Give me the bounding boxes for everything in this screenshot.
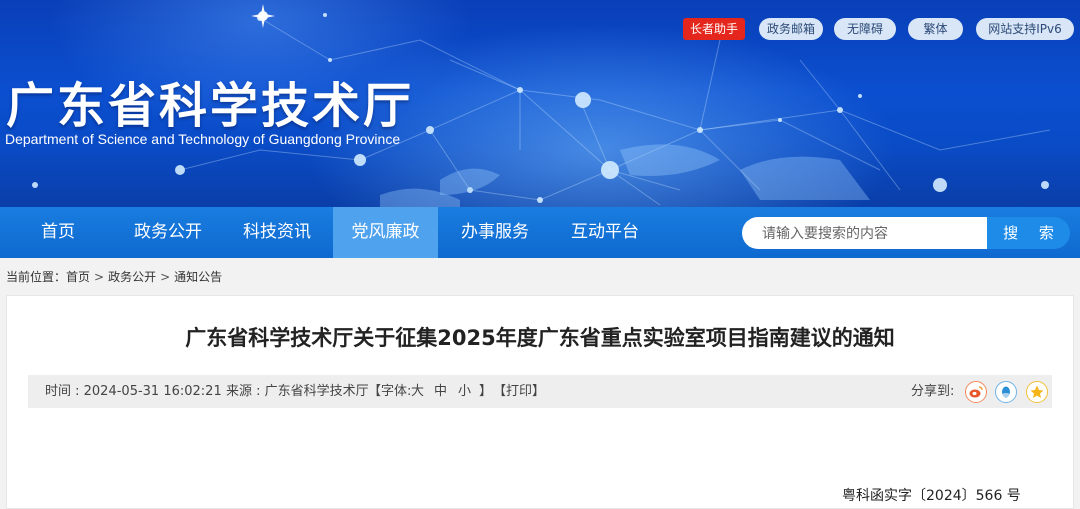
nav-item-sci-news[interactable]: 科技资讯 (231, 207, 323, 258)
breadcrumb-separator: > (160, 270, 171, 284)
document-number: 粤科函实字〔2024〕566 号 (842, 488, 1021, 504)
article-meta-bar: 时间 : 2024-05-31 16:02:21 来源 : 广东省科学技术厅 【… (28, 375, 1052, 408)
breadcrumb-notices[interactable]: 通知公告 (174, 270, 222, 284)
ipv6-support-badge[interactable]: 网站支持IPv6 (976, 18, 1074, 40)
nav-item-interaction[interactable]: 互动平台 (559, 207, 651, 258)
font-size-label: 【字体: (368, 384, 412, 399)
nav-item-party-integrity[interactable]: 党风廉政 (333, 207, 438, 258)
font-size-close: 】 (479, 384, 493, 399)
print-link[interactable]: 【打印】 (493, 375, 545, 408)
search-box (742, 217, 988, 251)
site-subtitle: Department of Science and Technology of … (5, 131, 401, 147)
font-size-small[interactable]: 小 (458, 375, 471, 408)
font-size-large[interactable]: 大 (411, 375, 424, 408)
breadcrumb-separator: > (94, 270, 105, 284)
nav-item-gov-affairs[interactable]: 政务公开 (122, 207, 214, 258)
search-button[interactable]: 搜 索 (987, 217, 1070, 249)
breadcrumb-home[interactable]: 首页 (66, 270, 90, 284)
font-size-medium[interactable]: 中 (434, 375, 447, 408)
weibo-icon[interactable] (965, 381, 987, 403)
article-title: 广东省科学技术厅关于征集2025年度广东省重点实验室项目指南建议的通知 (185, 326, 895, 350)
breadcrumb: 当前位置：首页 > 政务公开 > 通知公告 (6, 268, 222, 285)
breadcrumb-gov-affairs[interactable]: 政务公开 (108, 270, 156, 284)
breadcrumb-prefix: 当前位置： (6, 270, 67, 284)
elder-assist-button[interactable]: 长者助手 (683, 18, 745, 40)
site-title[interactable]: 广东省科学技术厅 (6, 66, 414, 136)
search-input[interactable] (760, 217, 984, 251)
traditional-chinese-link[interactable]: 繁体 (908, 18, 963, 40)
gov-mailbox-link[interactable]: 政务邮箱 (759, 18, 823, 40)
nav-item-home[interactable]: 首页 (22, 207, 94, 258)
article-source: 来源 : 广东省科学技术厅 (226, 384, 369, 399)
publish-time: 时间 : 2024-05-31 16:02:21 (45, 384, 222, 399)
accessibility-link[interactable]: 无障碍 (834, 18, 896, 40)
share-label: 分享到: (911, 384, 955, 399)
qq-icon[interactable] (995, 381, 1017, 403)
nav-item-services[interactable]: 办事服务 (449, 207, 541, 258)
qzone-icon[interactable] (1026, 381, 1048, 403)
